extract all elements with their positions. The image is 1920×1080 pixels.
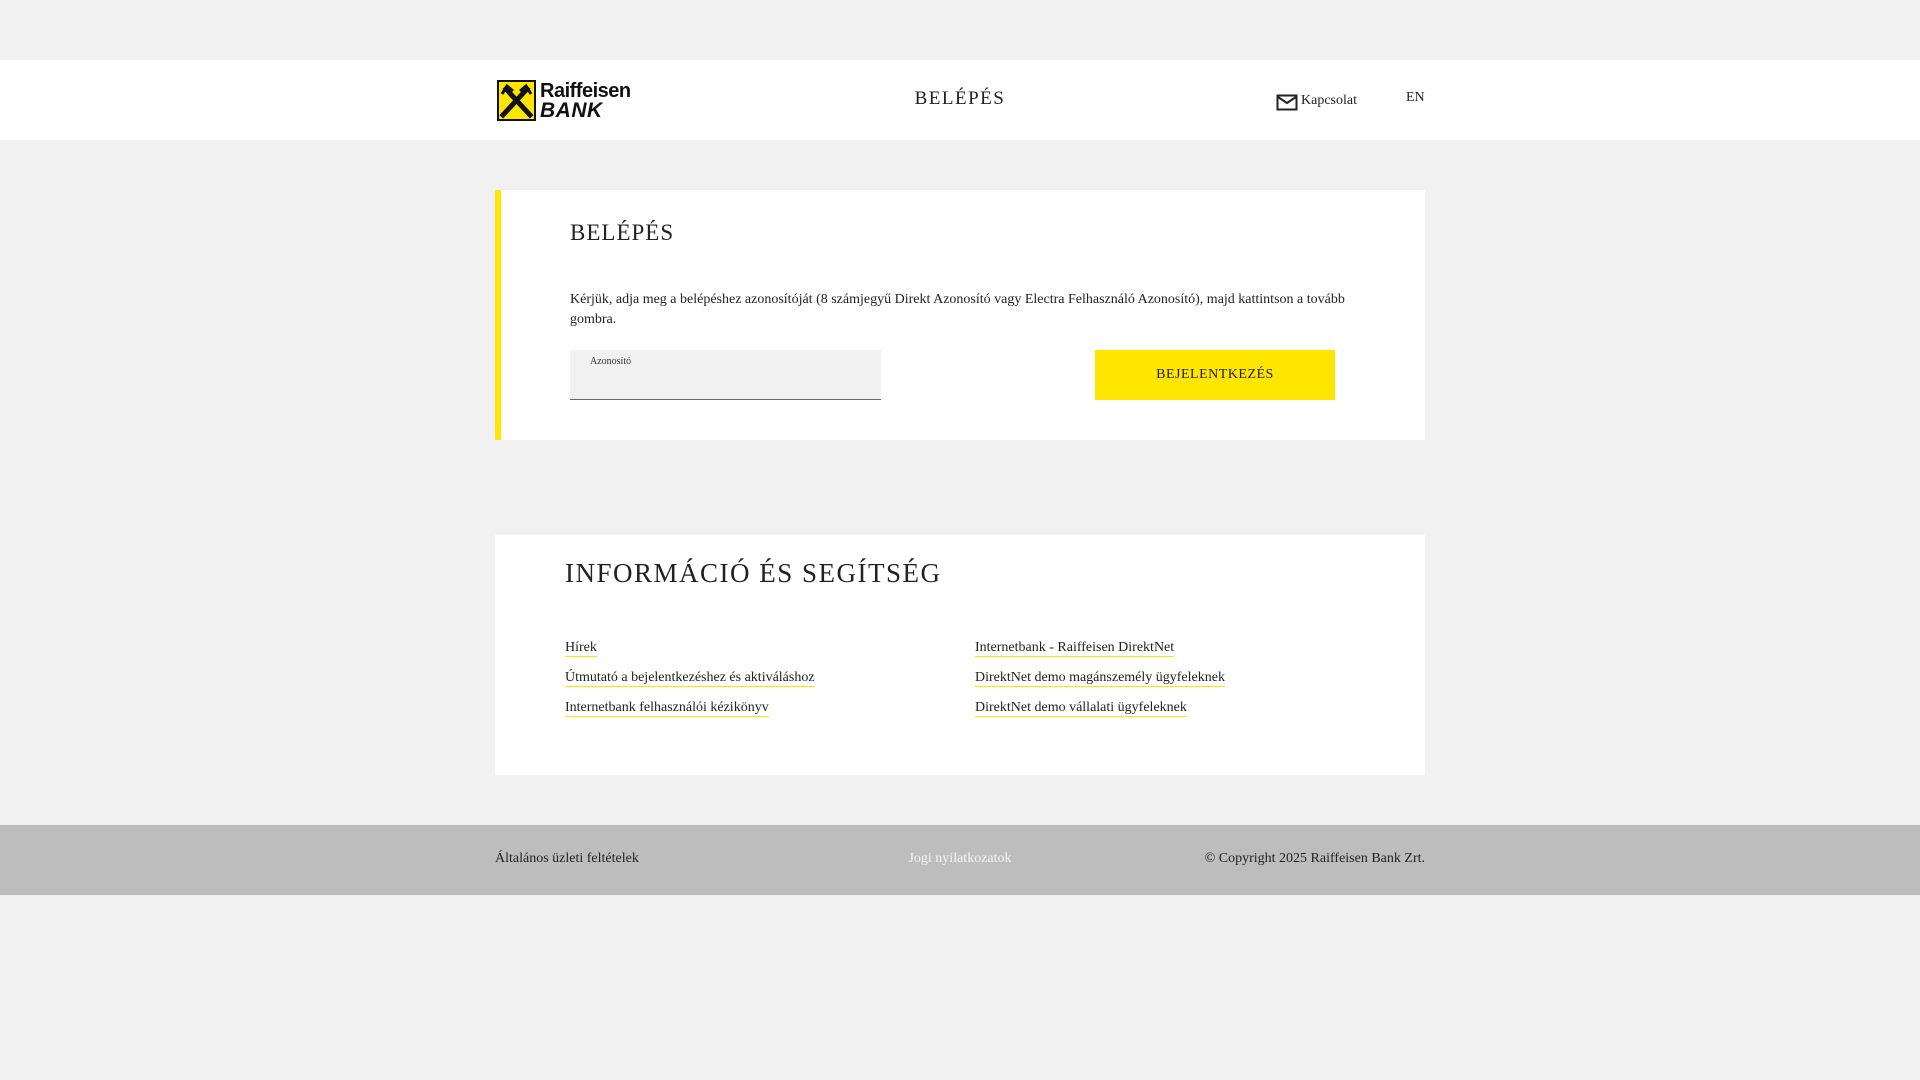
info-links-right: Internetbank - Raiffeisen DirektNet Dire… (975, 640, 1225, 730)
login-title: BELÉPÉS (570, 220, 675, 245)
contact-label: Kapcsolat (1301, 93, 1357, 108)
id-field[interactable]: Azonosító (570, 350, 881, 400)
logo-line-1: Raiffeisen (540, 79, 631, 102)
id-input[interactable] (590, 372, 870, 394)
link-user-manual[interactable]: Internetbank felhasználói kézikönyv (565, 700, 769, 717)
info-card: INFORMÁCIÓ ÉS SEGÍTSÉG Hírek Útmutató a … (495, 535, 1425, 775)
login-card: BELÉPÉS Kérjük, adja meg a belépéshez az… (495, 190, 1425, 440)
link-login-guide[interactable]: Útmutató a bejelentkezéshez és aktiválás… (565, 670, 815, 687)
info-title: INFORMÁCIÓ ÉS SEGÍTSÉG (565, 558, 942, 588)
footer: Általános üzleti feltételek Jogi nyilatk… (0, 825, 1920, 895)
raiffeisen-logo[interactable]: Raiffeisen BANK (497, 80, 641, 121)
logo-wordmark: Raiffeisen BANK (540, 79, 631, 122)
raiffeisen-logo-mark-icon (497, 80, 536, 121)
link-demo-corporate[interactable]: DirektNet demo vállalati ügyfeleknek (975, 700, 1187, 717)
footer-legal-link[interactable]: Jogi nyilatkozatok (908, 851, 1011, 866)
footer-terms-link[interactable]: Általános üzleti feltételek (495, 851, 639, 867)
link-direktnet[interactable]: Internetbank - Raiffeisen DirektNet (975, 640, 1175, 657)
footer-legal-wrap: Jogi nyilatkozatok (0, 851, 1920, 867)
link-news[interactable]: Hírek (565, 640, 597, 657)
login-button[interactable]: BEJELENTKEZÉS (1095, 350, 1335, 400)
top-header: Raiffeisen BANK BELÉPÉS Kapcsolat EN (0, 60, 1920, 140)
header-title: BELÉPÉS (914, 88, 1006, 109)
id-field-label: Azonosító (590, 356, 632, 367)
info-links-left: Hírek Útmutató a bejelentkezéshez és akt… (565, 640, 815, 730)
login-description: Kérjük, adja meg a belépéshez azonosítój… (570, 292, 1345, 327)
contact-link[interactable]: Kapcsolat (1276, 90, 1357, 112)
footer-copyright: © Copyright 2025 Raiffeisen Bank Zrt. (1204, 851, 1425, 866)
logo-line-2: BANK (540, 98, 603, 122)
link-demo-private[interactable]: DirektNet demo magánszemély ügyfeleknek (975, 670, 1225, 687)
language-switch[interactable]: EN (1406, 90, 1425, 106)
mail-icon (1276, 94, 1298, 111)
